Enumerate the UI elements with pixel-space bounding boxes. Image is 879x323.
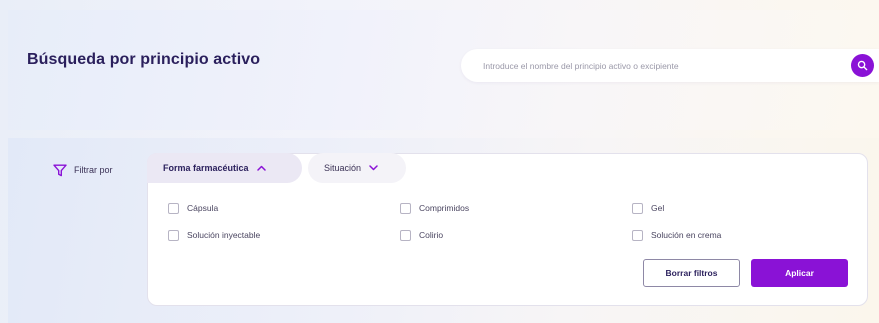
- checkbox[interactable]: [632, 202, 643, 214]
- option-label: Cápsula: [187, 203, 219, 213]
- option-gel[interactable]: Gel: [632, 202, 664, 214]
- chevron-up-icon: [256, 165, 266, 171]
- checkbox[interactable]: [400, 229, 411, 241]
- tab-situacion[interactable]: Situación: [308, 153, 406, 183]
- option-solucion-inyectable[interactable]: Solución inyectable: [168, 229, 260, 241]
- tab-forma-farmaceutica[interactable]: Forma farmacéutica: [147, 153, 302, 183]
- checkbox[interactable]: [168, 229, 179, 241]
- option-solucion-en-crema[interactable]: Solución en crema: [632, 229, 721, 241]
- filter-by-text: Filtrar por: [74, 165, 113, 175]
- option-capsula[interactable]: Cápsula: [168, 202, 218, 214]
- page-title: Búsqueda por principio activo: [27, 51, 261, 68]
- clear-filters-button[interactable]: Borrar filtros: [643, 259, 740, 287]
- search-button[interactable]: [851, 54, 874, 77]
- option-label: Comprimidos: [419, 203, 470, 213]
- filter-by-label: Filtrar por: [53, 162, 113, 178]
- option-label: Gel: [651, 203, 665, 213]
- search-icon: [857, 60, 868, 71]
- option-colirio[interactable]: Colirio: [400, 229, 443, 241]
- option-label: Colirio: [419, 230, 444, 240]
- checkbox[interactable]: [168, 202, 179, 214]
- checkbox[interactable]: [632, 229, 643, 241]
- option-label: Solución inyectable: [187, 230, 261, 240]
- page: Búsqueda por principio activo Filtrar po…: [0, 0, 879, 323]
- chevron-down-icon: [369, 165, 378, 171]
- funnel-icon: [53, 164, 67, 176]
- search-input[interactable]: [483, 57, 823, 74]
- search-bar: [461, 49, 879, 82]
- option-comprimidos[interactable]: Comprimidos: [400, 202, 469, 214]
- option-label: Solución en crema: [651, 230, 722, 240]
- tab-label: Situación: [324, 163, 362, 173]
- checkbox[interactable]: [400, 202, 411, 214]
- tab-label: Forma farmacéutica: [163, 163, 249, 173]
- apply-button[interactable]: Aplicar: [751, 259, 848, 287]
